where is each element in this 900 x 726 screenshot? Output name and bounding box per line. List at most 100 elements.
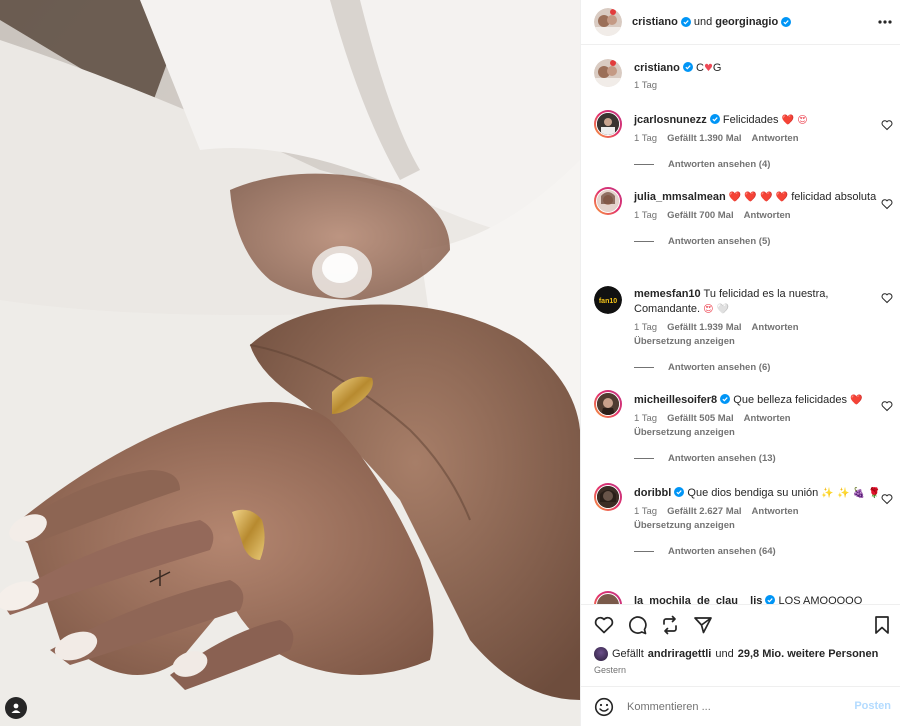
- comment-input[interactable]: [627, 700, 837, 713]
- author-avatar[interactable]: [594, 8, 622, 36]
- tagged-users-button[interactable]: [5, 697, 27, 719]
- like-comment-heart-icon[interactable]: [881, 119, 893, 131]
- comment-emojis: ❤️: [850, 395, 863, 406]
- comment-likes[interactable]: Gefällt 505 Mal: [667, 413, 734, 424]
- comments-list[interactable]: cristiano C♥G 1 Tag jcarlosnunezz Felici…: [581, 46, 900, 604]
- like-button[interactable]: [593, 614, 615, 636]
- comment-text: Que belleza felicidades: [733, 394, 848, 406]
- comment-time[interactable]: 1 Tag: [634, 210, 657, 221]
- verified-badge-icon: [720, 394, 731, 404]
- view-replies-label: Antworten ansehen (13): [668, 453, 776, 464]
- svg-text:fan10: fan10: [599, 298, 617, 305]
- post-actions: Gefällt andriragettli und 29,8 Mio. weit…: [581, 604, 900, 686]
- like-comment-heart-icon[interactable]: [881, 198, 893, 210]
- comment-avatar[interactable]: fan10: [594, 286, 622, 314]
- reply-button[interactable]: Antworten: [744, 413, 791, 424]
- comment-text: Que dios bendiga su unión: [687, 487, 819, 499]
- post-image: [0, 0, 580, 726]
- view-replies-button[interactable]: Antworten ansehen (64): [634, 546, 892, 557]
- liker-avatar[interactable]: [594, 647, 608, 661]
- share-button[interactable]: [692, 614, 714, 636]
- avatar-image: fan10: [594, 286, 622, 314]
- comment-emojis: ❤️ ❤️ ❤️ ❤️: [728, 192, 789, 203]
- reply-button[interactable]: Antworten: [752, 322, 799, 333]
- comment-input-bar: Posten: [581, 686, 900, 726]
- verified-badge-icon: [674, 487, 685, 497]
- likes-summary[interactable]: Gefällt andriragettli und 29,8 Mio. weit…: [594, 647, 878, 661]
- comment-button[interactable]: [626, 614, 648, 636]
- comment-avatar[interactable]: [594, 390, 622, 418]
- caption-username[interactable]: cristiano: [634, 62, 680, 74]
- comment-likes[interactable]: Gefällt 1.390 Mal: [667, 133, 741, 144]
- comment-likes[interactable]: Gefällt 1.939 Mal: [667, 322, 741, 333]
- comment-time[interactable]: 1 Tag: [634, 322, 657, 333]
- post-photo[interactable]: [0, 0, 580, 726]
- comment-likes[interactable]: Gefällt 2.627 Mal: [667, 506, 741, 517]
- translate-button[interactable]: Übersetzung anzeigen: [634, 520, 892, 531]
- comment-emojis: 😍 🤍: [703, 304, 730, 315]
- caption-avatar[interactable]: [594, 59, 622, 87]
- comment-username[interactable]: doribbl: [634, 487, 671, 499]
- like-comment-heart-icon[interactable]: [881, 400, 893, 412]
- save-button[interactable]: [871, 614, 893, 636]
- comment-time[interactable]: 1 Tag: [634, 133, 657, 144]
- comment-item: fan10 memesfan10 Tu felicidad es la nues…: [594, 286, 892, 373]
- comment-avatar[interactable]: [594, 591, 622, 604]
- comment-emojis: ❤️ 😍: [781, 115, 808, 126]
- like-comment-heart-icon[interactable]: [881, 493, 893, 505]
- verified-badge-icon: [682, 62, 693, 72]
- emoji-picker-button[interactable]: [593, 696, 615, 718]
- more-horizontal-icon: [878, 20, 892, 24]
- avatar-image: [597, 190, 619, 212]
- view-replies-button[interactable]: Antworten ansehen (5): [634, 236, 892, 247]
- view-replies-label: Antworten ansehen (5): [668, 236, 771, 247]
- header-connector: und: [693, 16, 713, 28]
- comment-avatar[interactable]: [594, 110, 622, 138]
- likes-count[interactable]: 29,8 Mio. weitere Personen: [738, 648, 879, 660]
- comment-avatar[interactable]: [594, 483, 622, 511]
- like-comment-heart-icon[interactable]: [881, 292, 893, 304]
- comment-username[interactable]: la_mochila_de_clau__lis: [634, 595, 762, 604]
- avatar-image: [597, 393, 619, 415]
- translate-button[interactable]: Übersetzung anzeigen: [634, 336, 892, 347]
- comment-item: doribbl Que dios bendiga su unión ✨ ✨ 🍇 …: [594, 483, 892, 557]
- verified-badge-icon: [709, 114, 720, 124]
- user-icon: [11, 703, 21, 713]
- caption-time[interactable]: 1 Tag: [634, 80, 657, 91]
- reply-button[interactable]: Antworten: [752, 506, 799, 517]
- view-replies-button[interactable]: Antworten ansehen (13): [634, 453, 892, 464]
- view-replies-label: Antworten ansehen (64): [668, 546, 776, 557]
- repost-button[interactable]: [659, 614, 681, 636]
- comment-avatar[interactable]: [594, 187, 622, 215]
- post-date[interactable]: Gestern: [594, 665, 626, 675]
- avatar-image: [594, 59, 622, 87]
- translate-button[interactable]: Übersetzung anzeigen: [634, 427, 892, 438]
- liker-username[interactable]: andriragettli: [648, 648, 712, 660]
- comment-time[interactable]: 1 Tag: [634, 506, 657, 517]
- view-replies-button[interactable]: Antworten ansehen (4): [634, 159, 892, 170]
- reply-button[interactable]: Antworten: [744, 210, 791, 221]
- comment-time[interactable]: 1 Tag: [634, 413, 657, 424]
- author-username[interactable]: cristiano: [632, 16, 678, 28]
- comment-username[interactable]: jcarlosnunezz: [634, 114, 707, 126]
- comment-username[interactable]: julia_mmsalmean: [634, 191, 726, 203]
- comment-item: micheillesoifer8 Que belleza felicidades…: [594, 390, 892, 464]
- caption-text-after: G: [712, 62, 722, 74]
- post-comment-button[interactable]: Posten: [854, 700, 891, 712]
- comment-username[interactable]: micheillesoifer8: [634, 394, 717, 406]
- likes-prefix: Gefällt: [612, 648, 644, 660]
- comment-text: felicidad absoluta: [791, 191, 877, 203]
- heart-emoji-icon: ♥: [703, 63, 713, 74]
- collaborator-username[interactable]: georginagio: [715, 16, 778, 28]
- more-options-button[interactable]: [877, 14, 893, 30]
- view-replies-button[interactable]: Antworten ansehen (6): [634, 362, 892, 373]
- likes-middle: und: [715, 648, 734, 660]
- comment-username[interactable]: memesfan10: [634, 288, 701, 300]
- comment-likes[interactable]: Gefällt 700 Mal: [667, 210, 734, 221]
- send-icon: [694, 617, 712, 634]
- comment-text: LOS AMOOOOO: [778, 595, 863, 604]
- post-caption: cristiano C♥G 1 Tag: [594, 59, 889, 91]
- reply-button[interactable]: Antworten: [752, 133, 799, 144]
- avatar-image: [597, 486, 619, 508]
- view-replies-label: Antworten ansehen (4): [668, 159, 771, 170]
